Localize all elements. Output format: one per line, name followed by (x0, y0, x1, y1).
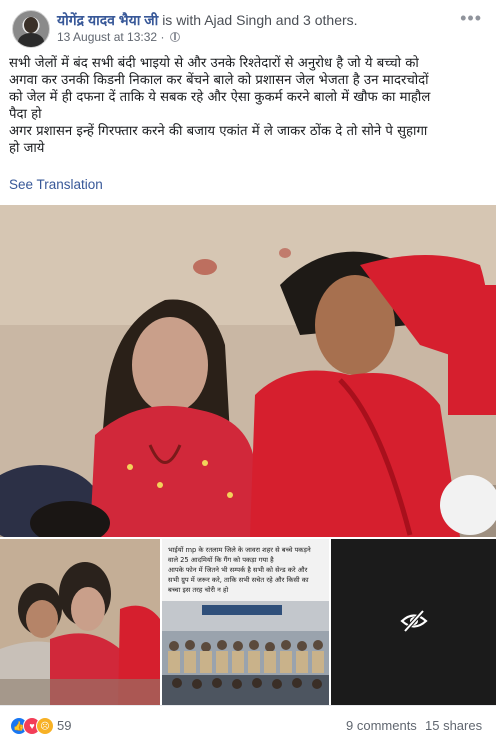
news-caption: भाईयों mp के रतलाम जिले के जावरा शहर से … (168, 545, 324, 595)
grid-photo-3-hidden[interactable] (331, 539, 496, 705)
avatar-face (24, 17, 38, 33)
news-line: आपके फोन में जितने भी सम्पर्क है सभी को … (168, 566, 308, 574)
eye-slash-icon[interactable] (399, 606, 429, 636)
avatar-body (18, 33, 44, 47)
author-avatar[interactable] (12, 10, 50, 48)
post-message: सभी जेलों में बंद सभी बंदी भाइयो से और उ… (9, 55, 489, 157)
facebook-post: योगेंद्र यादव भैया जी is with Ajad Singh… (0, 0, 496, 742)
comments-count-link[interactable]: 9 comments (346, 718, 417, 733)
post-meta: 13 August at 13:32 · (57, 30, 180, 44)
post-line: को जेल में ही दफना दें ताकि ये सबक रहे औ… (9, 90, 431, 105)
more-options-icon[interactable]: ••• (460, 8, 482, 29)
grid-photo-2-news[interactable]: भाईयों mp के रतलाम जिले के जावरा शहर से … (162, 539, 329, 705)
tagged-people-text[interactable]: is with Ajad Singh and 3 others. (162, 12, 357, 28)
post-footer: 👍 ♥ ☹ 59 9 comments 15 shares (0, 705, 496, 743)
post-line: सभी जेलों में बंद सभी बंदी भाइयो से और उ… (9, 56, 419, 71)
sad-icon: ☹ (36, 717, 54, 735)
shares-count-link[interactable]: 15 shares (425, 718, 482, 733)
grid-photo-1-illustration (0, 539, 160, 705)
globe-icon[interactable] (169, 32, 180, 42)
post-line: पैदा हो (9, 107, 42, 122)
grid-photo-1[interactable] (0, 539, 160, 705)
post-header: योगेंद्र यादव भैया जी is with Ajad Singh… (57, 11, 358, 30)
news-line: सभी ग्रुप में जरूर करे, ताकि सभी सचेत रह… (168, 576, 309, 584)
main-photo[interactable] (0, 205, 496, 537)
main-photo-illustration (0, 205, 496, 537)
post-timestamp[interactable]: 13 August at 13:32 (57, 30, 157, 44)
post-line: अगवा कर उनकी किडनी निकाल कर बेंचने बाले … (9, 73, 429, 88)
news-line: वाले 25 आदमियों कि गैंग को पकड़ा गया है (168, 556, 274, 564)
reaction-count[interactable]: 59 (57, 718, 71, 733)
author-name-link[interactable]: योगेंद्र यादव भैया जी (57, 12, 158, 28)
post-line: हो जाये (9, 141, 45, 156)
see-translation-link[interactable]: See Translation (9, 177, 103, 192)
post-line: अगर प्रशासन इन्हें गिरफ्तार करने की बजाय… (9, 124, 428, 139)
police-group-illustration (162, 601, 329, 705)
news-line: भाईयों mp के रतलाम जिले के जावरा शहर से … (168, 546, 311, 554)
news-line: बच्चा इस तरह चोरी न हो (168, 586, 229, 594)
meta-separator: · (160, 30, 165, 44)
